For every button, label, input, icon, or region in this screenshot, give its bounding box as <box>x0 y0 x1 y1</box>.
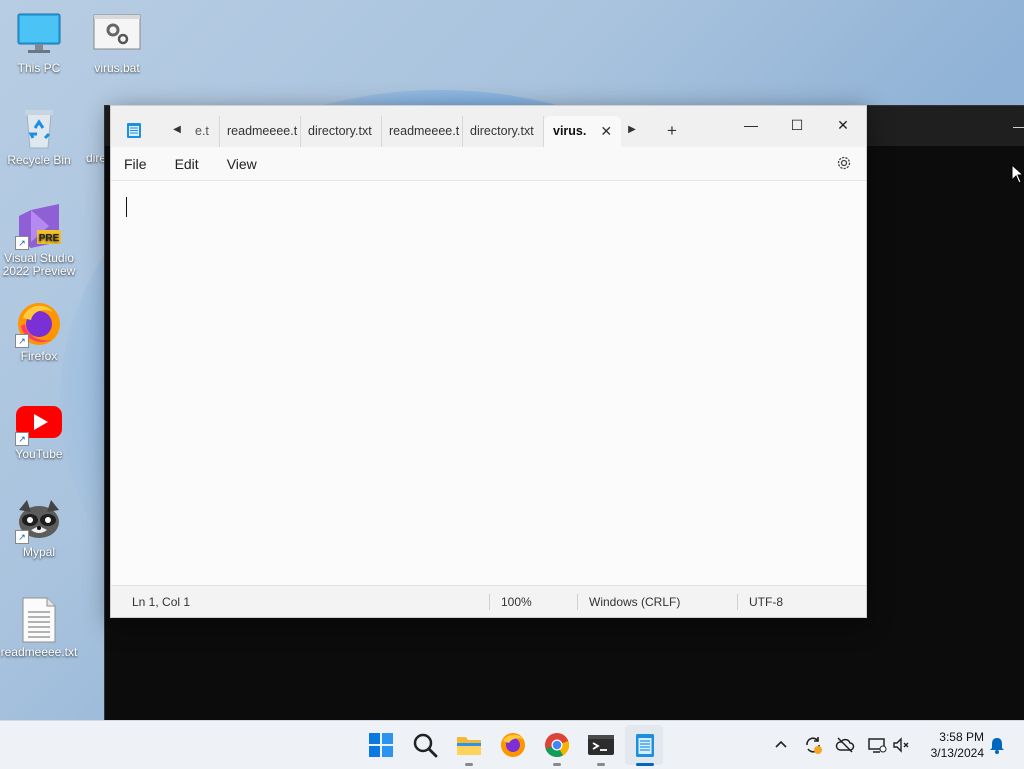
desktop-icon-label: YouTube <box>15 447 63 461</box>
desktop-icon-visual-studio[interactable]: PRE ↗ Visual Studio 2022 Preview <box>0 202 78 278</box>
mouse-cursor-icon <box>1011 164 1024 184</box>
status-bar: Ln 1, Col 1 100% Windows (CRLF) UTF-8 <box>111 585 866 617</box>
gear-icon[interactable] <box>836 155 852 171</box>
active-indicator <box>636 763 654 766</box>
desktop-icon-label: Recycle Bin <box>7 153 71 167</box>
tab-label: readmeeee.t <box>227 124 298 138</box>
search-icon[interactable] <box>411 731 439 759</box>
text-editor[interactable] <box>111 180 866 587</box>
tab-item[interactable]: directory.txt <box>301 116 382 147</box>
monitor-icon <box>15 12 63 60</box>
tab-item-active[interactable]: virus. ✕ <box>544 116 622 147</box>
desktop-icon-virus-bat[interactable]: virus.bat <box>78 12 156 75</box>
desktop-icon-youtube[interactable]: ↗ YouTube <box>0 398 78 461</box>
desktop-icon-label: Mypal <box>22 545 55 559</box>
tab-item[interactable]: e.t <box>191 116 220 147</box>
scroll-tabs-left-icon[interactable]: ◀ <box>171 124 183 136</box>
running-indicator <box>597 763 605 766</box>
menu-bar: File Edit View <box>111 147 866 180</box>
tab-label: e.t <box>195 124 209 138</box>
menu-view[interactable]: View <box>227 156 257 172</box>
display-icon[interactable] <box>867 735 887 755</box>
shortcut-arrow-icon: ↗ <box>15 432 29 446</box>
tab-item[interactable]: readmeeee.t <box>382 116 463 147</box>
close-icon[interactable]: ✕ <box>823 112 863 138</box>
new-tab-icon[interactable]: + <box>667 121 677 141</box>
shortcut-arrow-icon: ↗ <box>15 236 29 250</box>
running-indicator <box>553 763 561 766</box>
desktop-icon-label: This PC <box>17 61 61 75</box>
menu-file[interactable]: File <box>124 156 147 172</box>
status-position: Ln 1, Col 1 <box>132 595 191 609</box>
desktop-icon-this-pc[interactable]: This PC <box>0 12 78 75</box>
desktop-icon-label: virus.bat <box>94 61 140 75</box>
tab-label: directory.txt <box>470 124 534 138</box>
clock-date: 3/13/2024 <box>930 746 984 760</box>
firefox-icon[interactable] <box>499 731 527 759</box>
menu-edit[interactable]: Edit <box>175 156 199 172</box>
cloud-off-icon[interactable] <box>835 735 855 755</box>
desktop-icon-label: Firefox <box>20 349 58 363</box>
mypal-icon: ↗ <box>15 496 63 544</box>
tab-label: readmeeee.t <box>389 124 460 138</box>
bell-icon[interactable] <box>987 735 1007 755</box>
batch-file-icon <box>93 12 141 60</box>
desktop-icon-mypal[interactable]: ↗ Mypal <box>0 496 78 559</box>
notepad-window[interactable]: ◀ e.t readmeeee.t directory.txt readmeee… <box>110 105 867 618</box>
taskbar: 3:58 PM 3/13/2024 <box>0 720 1024 769</box>
clock-time: 3:58 PM <box>939 730 984 744</box>
firefox-icon: ↗ <box>15 300 63 348</box>
close-tab-icon[interactable]: ✕ <box>600 116 612 147</box>
status-divider <box>737 594 738 610</box>
notepad-app-icon <box>127 123 141 138</box>
desktop-icon-firefox[interactable]: ↗ Firefox <box>0 300 78 363</box>
status-line-ending[interactable]: Windows (CRLF) <box>589 595 680 609</box>
desktop-icon-label: readmeeee.txt <box>0 645 78 659</box>
terminal-minimize-icon[interactable]: — <box>1013 118 1024 134</box>
status-divider <box>489 594 490 610</box>
shortcut-arrow-icon: ↗ <box>15 334 29 348</box>
desktop-icon-label: Visual Studio 2022 Preview <box>2 251 76 278</box>
scroll-tabs-right-icon[interactable]: ▶ <box>626 124 638 136</box>
system-clock[interactable]: 3:58 PM 3/13/2024 <box>918 729 984 761</box>
notepad-icon[interactable] <box>631 731 659 759</box>
tab-label: virus. <box>553 124 587 138</box>
maximize-icon[interactable]: ☐ <box>777 112 817 138</box>
file-explorer-icon[interactable] <box>455 731 483 759</box>
recycle-bin-icon <box>15 104 63 152</box>
youtube-icon: ↗ <box>15 398 63 446</box>
desktop-icon-readmeeee[interactable]: readmeeee.txt <box>0 596 78 659</box>
chevron-up-icon[interactable] <box>771 735 791 755</box>
status-divider <box>577 594 578 610</box>
minimize-icon[interactable]: — <box>731 112 771 138</box>
terminal-icon[interactable] <box>587 731 615 759</box>
volume-muted-icon[interactable] <box>891 735 911 755</box>
tab-item[interactable]: directory.txt <box>463 116 544 147</box>
status-zoom[interactable]: 100% <box>501 595 532 609</box>
pre-badge: PRE <box>39 233 60 244</box>
notepad-titlebar[interactable]: ◀ e.t readmeeee.t directory.txt readmeee… <box>111 106 866 147</box>
text-file-icon <box>15 596 63 644</box>
desktop-icon-recycle-bin[interactable]: Recycle Bin <box>0 104 78 167</box>
tab-strip: e.t readmeeee.t directory.txt readmeeee.… <box>191 116 622 147</box>
text-caret <box>126 197 127 217</box>
chrome-icon[interactable] <box>543 731 571 759</box>
visual-studio-preview-icon: PRE ↗ <box>15 202 63 250</box>
status-encoding[interactable]: UTF-8 <box>749 595 783 609</box>
sync-icon[interactable] <box>803 735 823 755</box>
running-indicator <box>465 763 473 766</box>
tab-item[interactable]: readmeeee.t <box>220 116 301 147</box>
shortcut-arrow-icon: ↗ <box>15 530 29 544</box>
start-icon[interactable] <box>367 731 395 759</box>
tab-label: directory.txt <box>308 124 372 138</box>
